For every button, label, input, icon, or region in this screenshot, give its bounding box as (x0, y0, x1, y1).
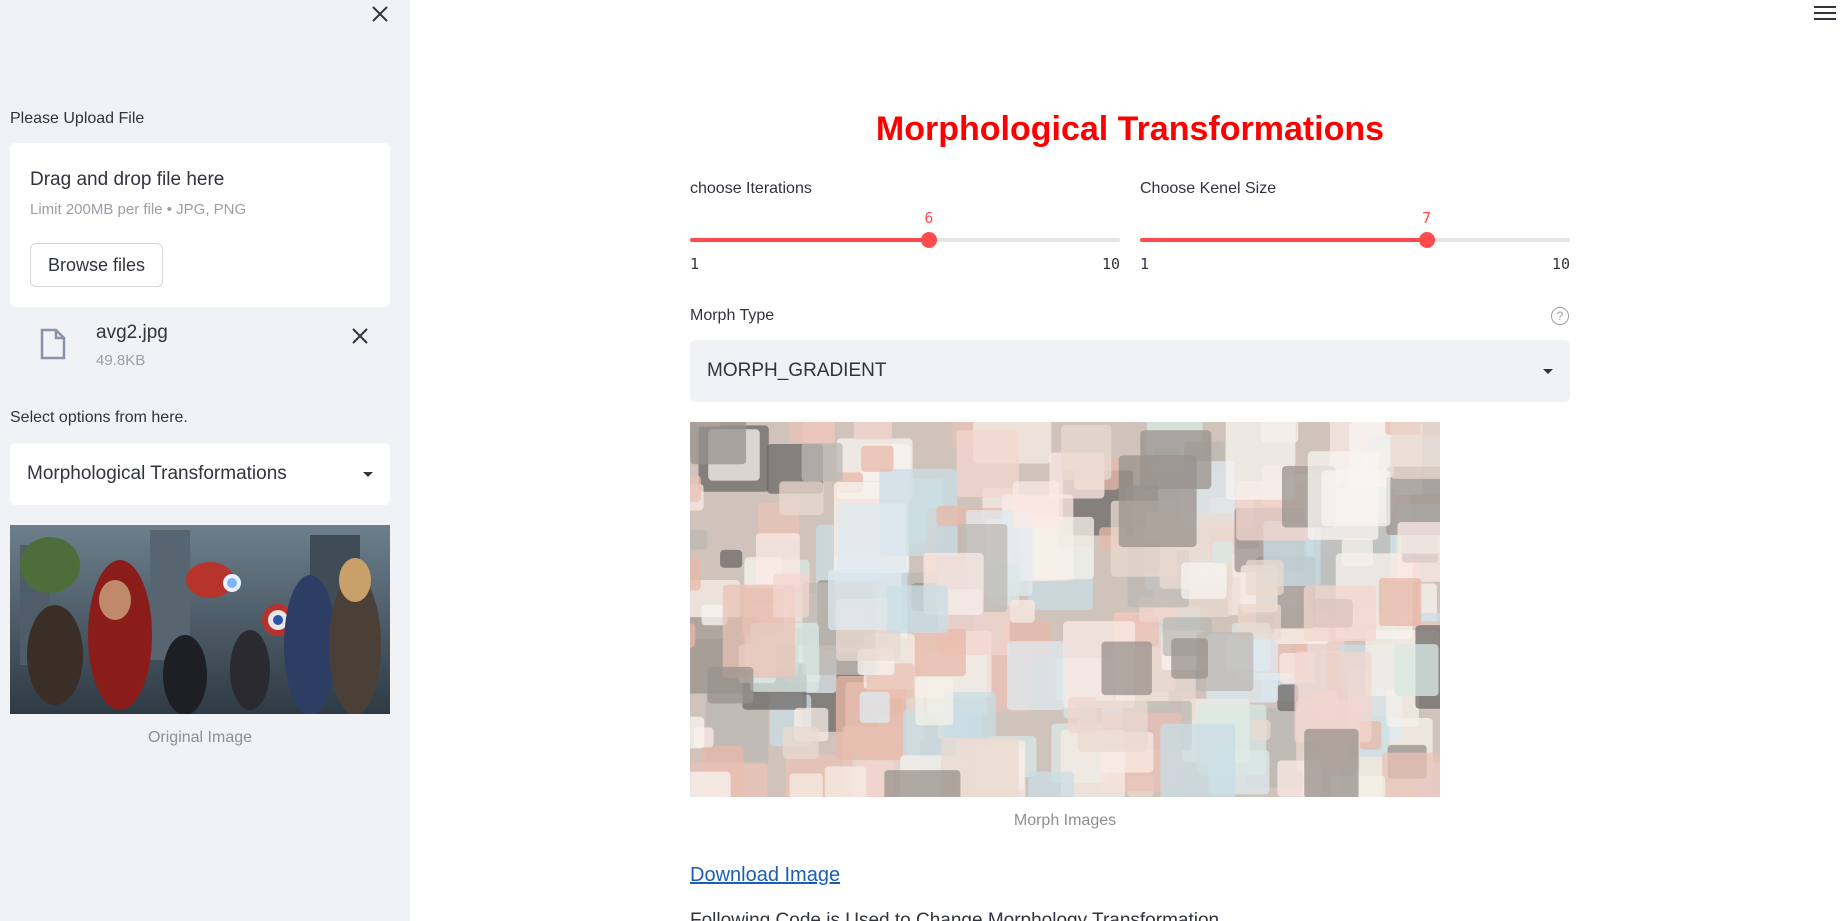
upload-label: Please Upload File (10, 110, 145, 127)
morph-image (690, 422, 1440, 797)
close-sidebar-icon[interactable] (368, 2, 392, 26)
slider-max-value: 10 (1551, 255, 1570, 273)
dropzone-limit: Limit 200MB per file • JPG, PNG (30, 201, 247, 218)
kernel-size-slider[interactable]: 7 1 10 (1140, 209, 1570, 273)
code-section-heading: Following Code is Used to Change Morphol… (690, 910, 1220, 921)
file-size: 49.8KB (96, 352, 146, 369)
morph-type-label: Morph Type (690, 307, 775, 324)
option-select-value: Morphological Transformations (27, 463, 287, 484)
chevron-down-icon (363, 472, 373, 477)
original-image-caption: Original Image (147, 729, 253, 746)
file-dropzone[interactable]: Drag and drop file here Limit 200MB per … (10, 143, 390, 307)
slider-min-value: 1 (690, 255, 700, 273)
menu-icon[interactable] (1814, 6, 1836, 24)
chevron-down-icon (1543, 369, 1553, 374)
option-select[interactable]: Morphological Transformations (10, 443, 390, 505)
slider-thumb[interactable] (920, 232, 937, 248)
slider-min-value: 1 (1140, 255, 1150, 273)
slider-max-value: 10 (1101, 255, 1120, 273)
kernel-label: Choose Kenel Size (1140, 180, 1277, 197)
slider-current-value: 7 (1422, 209, 1432, 227)
file-name: avg2.jpg (96, 322, 168, 343)
file-icon (40, 328, 66, 360)
help-icon[interactable]: ? (1551, 307, 1569, 325)
morph-type-value: MORPH_GRADIENT (707, 360, 887, 381)
slider-fill (690, 238, 929, 242)
slider-thumb[interactable] (1418, 232, 1435, 248)
slider-current-value: 6 (924, 209, 934, 227)
original-image (10, 525, 390, 714)
remove-file-icon[interactable] (348, 324, 372, 348)
sidebar: Please Upload File Drag and drop file he… (0, 0, 410, 921)
morph-image-caption: Morph Images (1013, 812, 1117, 829)
iterations-slider[interactable]: 6 1 10 (690, 209, 1120, 273)
page-title: Morphological Transformations (875, 110, 1385, 148)
download-image-link[interactable]: Download Image (690, 864, 840, 887)
iterations-label: choose Iterations (690, 180, 812, 197)
uploaded-file: avg2.jpg 49.8KB (10, 318, 390, 374)
morph-type-select[interactable]: MORPH_GRADIENT (690, 340, 1570, 402)
slider-fill (1140, 238, 1427, 242)
browse-files-button[interactable]: Browse files (30, 243, 163, 287)
select-label: Select options from here. (10, 409, 188, 426)
dropzone-title: Drag and drop file here (30, 169, 225, 190)
